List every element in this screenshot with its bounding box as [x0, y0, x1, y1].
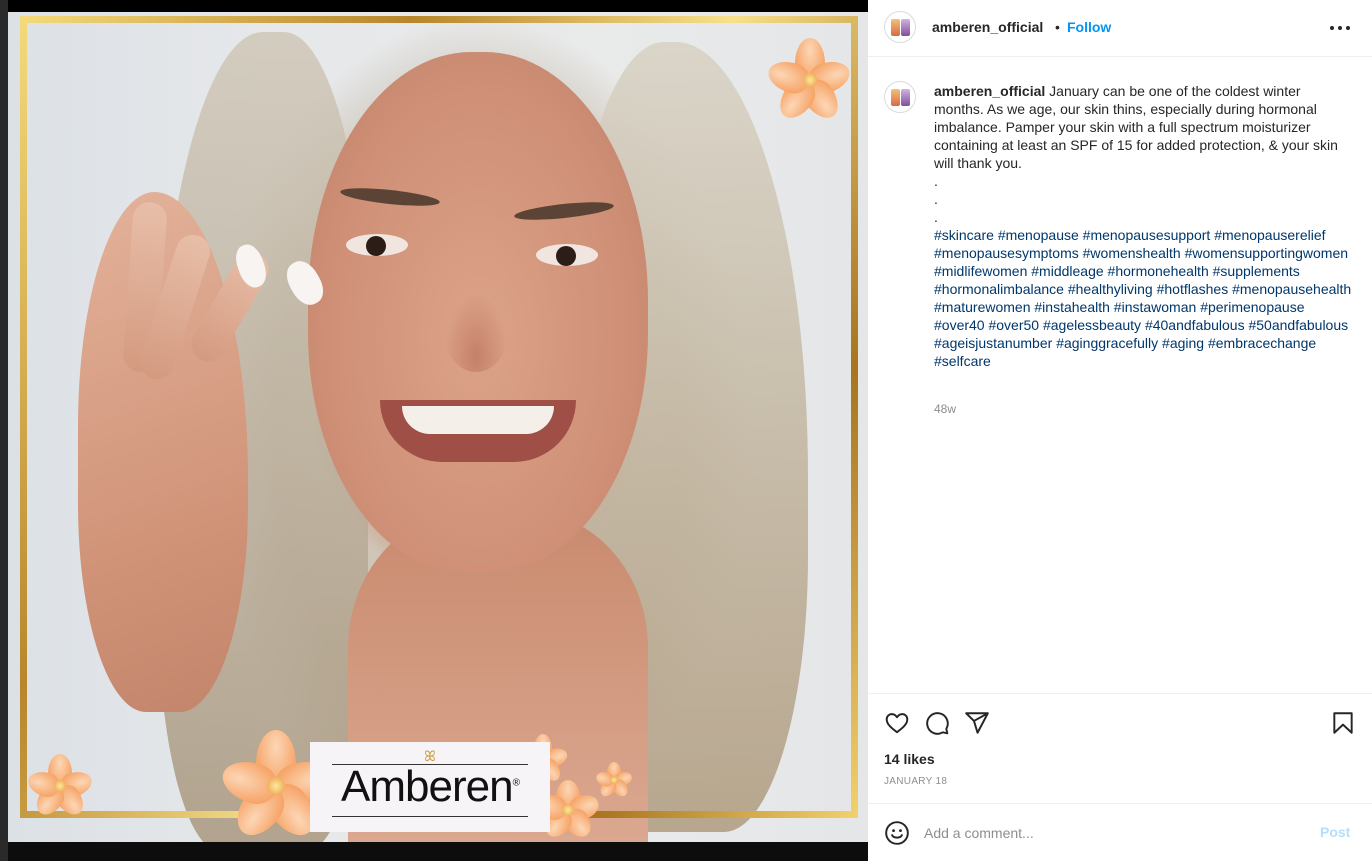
- more-horizontal-icon[interactable]: [1330, 16, 1350, 40]
- hashtag-link[interactable]: #menopauserelief: [1214, 227, 1325, 243]
- caption-username[interactable]: amberen_official: [934, 83, 1045, 99]
- hashtag-list: #skincare #menopause #menopausesupport #…: [934, 226, 1354, 370]
- hashtag-link[interactable]: #menopausesymptoms: [934, 245, 1079, 261]
- flower-decoration: [764, 38, 854, 125]
- comment-bar: Post: [868, 803, 1372, 861]
- follow-button[interactable]: Follow: [1067, 19, 1111, 35]
- logo-rule-bottom: [332, 816, 528, 817]
- flower-decoration: [594, 762, 634, 800]
- smiley-face-icon[interactable]: [884, 820, 910, 846]
- hashtag-link[interactable]: #menopause: [998, 227, 1079, 243]
- header-separator: •: [1055, 19, 1060, 35]
- hashtag-link[interactable]: #40andfabulous: [1145, 317, 1245, 333]
- brand-logo-text: Amberen®: [341, 762, 520, 811]
- avatar[interactable]: [884, 11, 916, 43]
- post-side-panel: amberen_official • Follow amberen_offici…: [868, 0, 1372, 861]
- post-media[interactable]: ꕤ Amberen®: [8, 0, 868, 861]
- hashtag-link[interactable]: #hotflashes: [1157, 281, 1229, 297]
- post-caption: amberen_official January can be one of t…: [934, 82, 1354, 370]
- hashtag-link[interactable]: #instahealth: [1034, 299, 1110, 315]
- hashtag-link[interactable]: #over40: [934, 317, 985, 333]
- hashtag-link[interactable]: #aging: [1162, 335, 1204, 351]
- caption-dot: .: [934, 209, 938, 225]
- gold-frame: [20, 16, 858, 818]
- hashtag-link[interactable]: #womensupportingwomen: [1185, 245, 1348, 261]
- post-time-ago[interactable]: 48w: [934, 402, 956, 416]
- header-username[interactable]: amberen_official: [932, 19, 1043, 35]
- comment-input[interactable]: [924, 822, 1304, 844]
- likes-count[interactable]: 14 likes: [884, 751, 935, 767]
- media-letterbox-top: [8, 0, 868, 12]
- comment-bubble-icon[interactable]: [924, 710, 950, 736]
- instagram-post-modal: ꕤ Amberen® amberen_official • Follow amb…: [0, 0, 1372, 861]
- hashtag-link[interactable]: #hormonehealth: [1108, 263, 1209, 279]
- bookmark-icon[interactable]: [1330, 710, 1356, 736]
- paper-plane-icon[interactable]: [964, 710, 990, 736]
- hashtag-link[interactable]: #menopausesupport: [1083, 227, 1211, 243]
- hashtag-link[interactable]: #maturewomen: [934, 299, 1031, 315]
- caption-dot: .: [934, 173, 938, 189]
- post-comment-button[interactable]: Post: [1320, 824, 1350, 840]
- flower-decoration: [25, 754, 95, 820]
- caption-avatar[interactable]: [884, 81, 916, 113]
- hashtag-link[interactable]: #instawoman: [1114, 299, 1197, 315]
- media-letterbox-bottom: [8, 842, 868, 861]
- hashtag-link[interactable]: #selfcare: [934, 353, 991, 369]
- hashtag-link[interactable]: #supplements: [1213, 263, 1300, 279]
- hashtag-link[interactable]: #agelessbeauty: [1043, 317, 1141, 333]
- hashtag-link[interactable]: #embracechange: [1208, 335, 1316, 351]
- hashtag-link[interactable]: #menopausehealth: [1232, 281, 1351, 297]
- hashtag-link[interactable]: #over50: [988, 317, 1039, 333]
- action-bar: 14 likes JANUARY 18: [868, 693, 1372, 803]
- hashtag-link[interactable]: #womenshealth: [1083, 245, 1181, 261]
- hashtag-link[interactable]: #hormonalimbalance: [934, 281, 1064, 297]
- hashtag-link[interactable]: #50andfabulous: [1248, 317, 1348, 333]
- post-header: amberen_official • Follow: [868, 0, 1372, 57]
- hashtag-link[interactable]: #ageisjustanumber: [934, 335, 1052, 351]
- post-date: JANUARY 18: [884, 776, 948, 787]
- hashtag-link[interactable]: #middleage: [1031, 263, 1103, 279]
- hashtag-link[interactable]: #midlifewomen: [934, 263, 1027, 279]
- hashtag-link[interactable]: #aginggracefully: [1056, 335, 1158, 351]
- hashtag-link[interactable]: #skincare: [934, 227, 994, 243]
- hashtag-link[interactable]: #healthyliving: [1068, 281, 1153, 297]
- brand-logo: ꕤ Amberen®: [310, 742, 550, 832]
- heart-icon[interactable]: [884, 710, 910, 736]
- caption-dot: .: [934, 191, 938, 207]
- hashtag-link[interactable]: #perimenopause: [1200, 299, 1304, 315]
